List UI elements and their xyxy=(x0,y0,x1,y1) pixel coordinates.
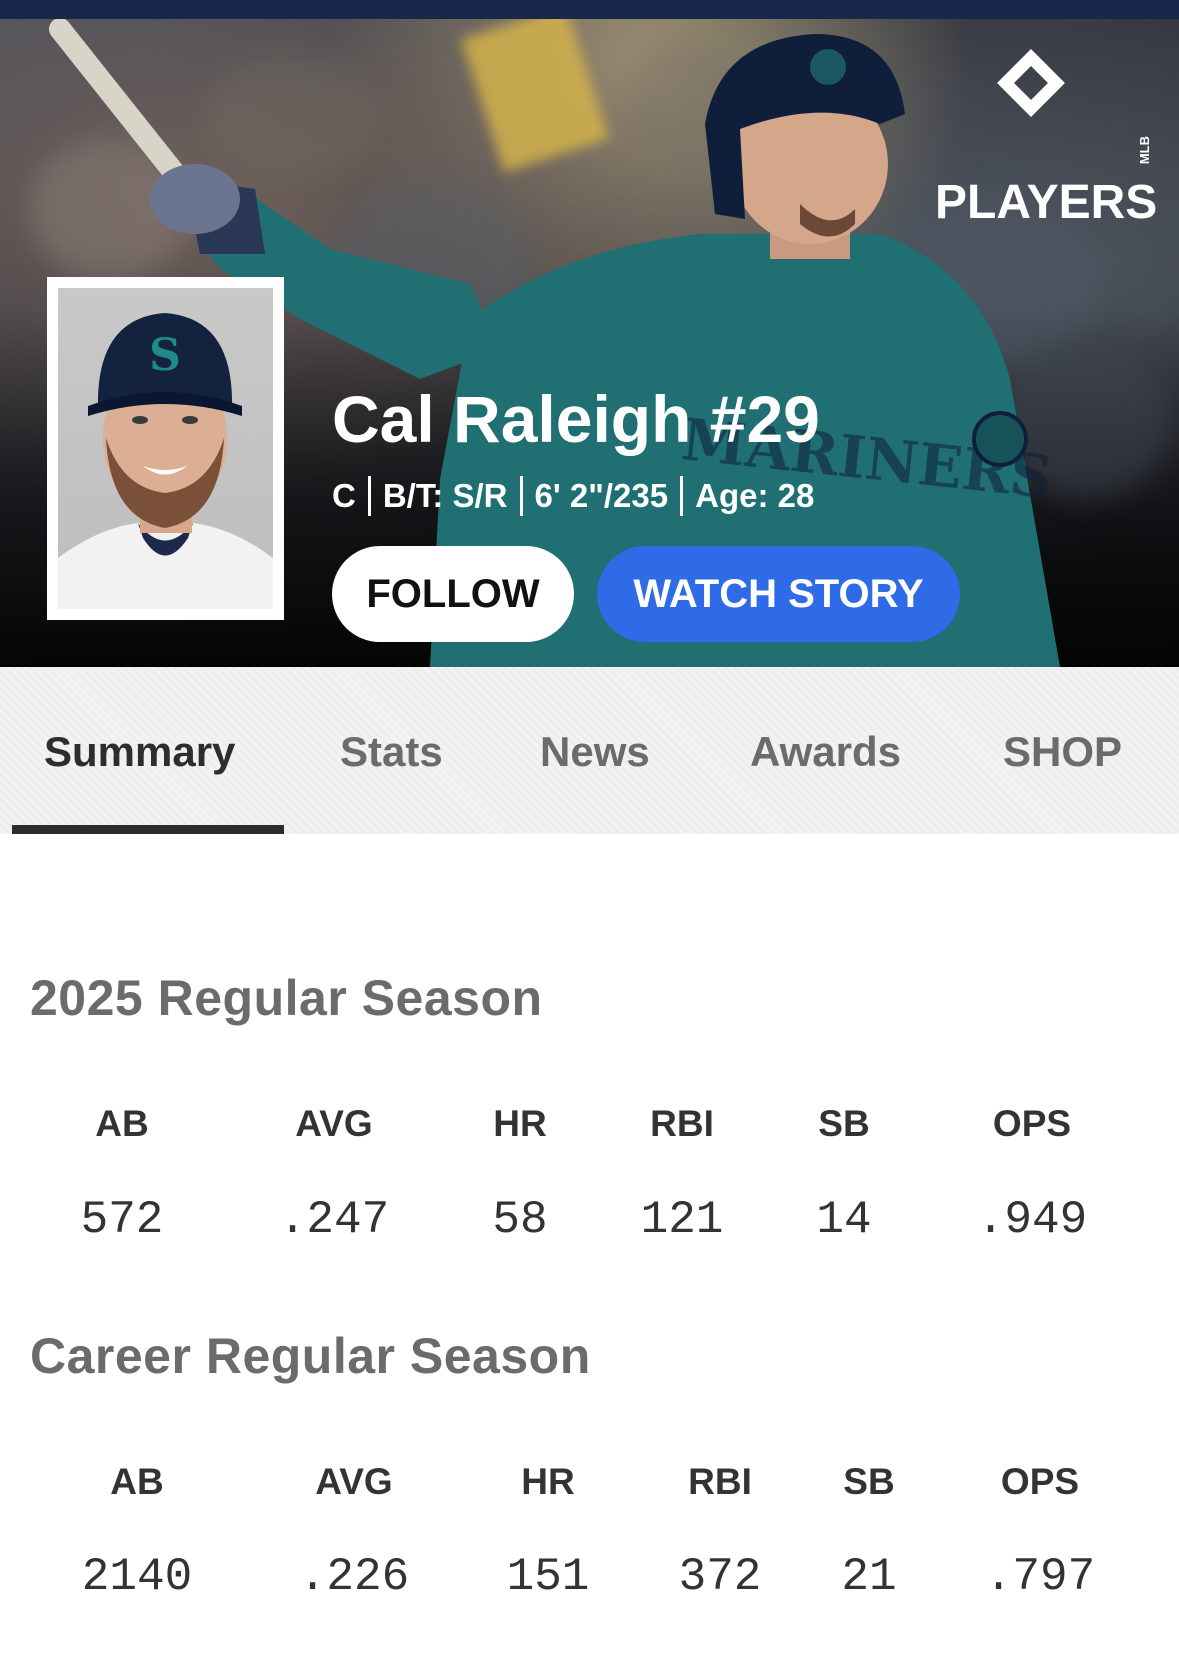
profile-tab-bar: Summary Stats News Awards SHOP xyxy=(0,667,1179,834)
top-strip xyxy=(0,0,1179,19)
player-age: Age: 28 xyxy=(695,477,815,514)
career-stat-value: 2140 xyxy=(81,1551,193,1603)
player-position: C xyxy=(332,477,356,514)
season-stat-header: AVG xyxy=(295,1103,373,1144)
tab-awards[interactable]: Awards xyxy=(750,727,901,777)
season-stat-value: .949 xyxy=(976,1194,1088,1246)
player-name: Cal Raleigh #29 xyxy=(332,382,820,456)
season-stat-value: 58 xyxy=(492,1194,548,1246)
bio-divider xyxy=(680,476,684,516)
tab-shop[interactable]: SHOP xyxy=(1003,727,1122,777)
watch-story-button[interactable]: WATCH STORY xyxy=(597,546,960,642)
career-stat-value: 21 xyxy=(841,1551,897,1603)
career-stat-header: HR xyxy=(521,1461,575,1502)
career-stat-header: OPS xyxy=(1000,1461,1080,1502)
career-stat-header: AB xyxy=(110,1461,164,1502)
tab-news[interactable]: News xyxy=(540,727,650,777)
season-stat-header: HR xyxy=(493,1103,547,1144)
season-stat-value: 14 xyxy=(816,1194,872,1246)
season-stat-header: AB xyxy=(95,1103,149,1144)
career-stat-header: AVG xyxy=(315,1461,393,1502)
player-height-weight: 6' 2"/235 xyxy=(534,477,669,514)
logo-wordmark: MLBPLAYERS xyxy=(935,136,1158,229)
season-stat-header: OPS xyxy=(992,1103,1072,1144)
season-stat-header: RBI xyxy=(650,1103,714,1144)
mlb-players-logo: MLBPLAYERS xyxy=(935,49,1157,227)
player-bio: C B/T: S/R 6' 2"/235 Age: 28 xyxy=(332,474,814,518)
player-headshot: S xyxy=(58,288,273,609)
career-stat-value: 151 xyxy=(506,1551,590,1603)
diamond-logo-icon xyxy=(997,49,1065,117)
season-stat-value: 572 xyxy=(80,1194,164,1246)
season-stats-title: 2025 Regular Season xyxy=(30,970,543,1026)
player-bats-throws: B/T: S/R xyxy=(382,477,508,514)
season-stat-value: 121 xyxy=(640,1194,724,1246)
career-stat-value: 372 xyxy=(678,1551,762,1603)
career-stat-value: .226 xyxy=(298,1551,410,1603)
tab-stats[interactable]: Stats xyxy=(340,727,443,777)
follow-button[interactable]: FOLLOW xyxy=(332,546,574,642)
season-stat-header: SB xyxy=(818,1103,870,1144)
bio-divider xyxy=(367,476,371,516)
career-stat-header: RBI xyxy=(688,1461,752,1502)
season-stat-value: .247 xyxy=(278,1194,390,1246)
career-stat-value: .797 xyxy=(984,1551,1096,1603)
player-headshot-frame: S xyxy=(47,277,284,620)
active-tab-indicator xyxy=(12,825,284,834)
tab-summary[interactable]: Summary xyxy=(44,727,235,777)
career-stats-title: Career Regular Season xyxy=(30,1328,591,1384)
player-hero-banner: MARINERS MLBPLAYERS S Cal Raleigh #29 C … xyxy=(0,19,1179,667)
career-stat-header: SB xyxy=(843,1461,895,1502)
svg-text:S: S xyxy=(149,330,181,381)
bio-divider xyxy=(519,476,523,516)
